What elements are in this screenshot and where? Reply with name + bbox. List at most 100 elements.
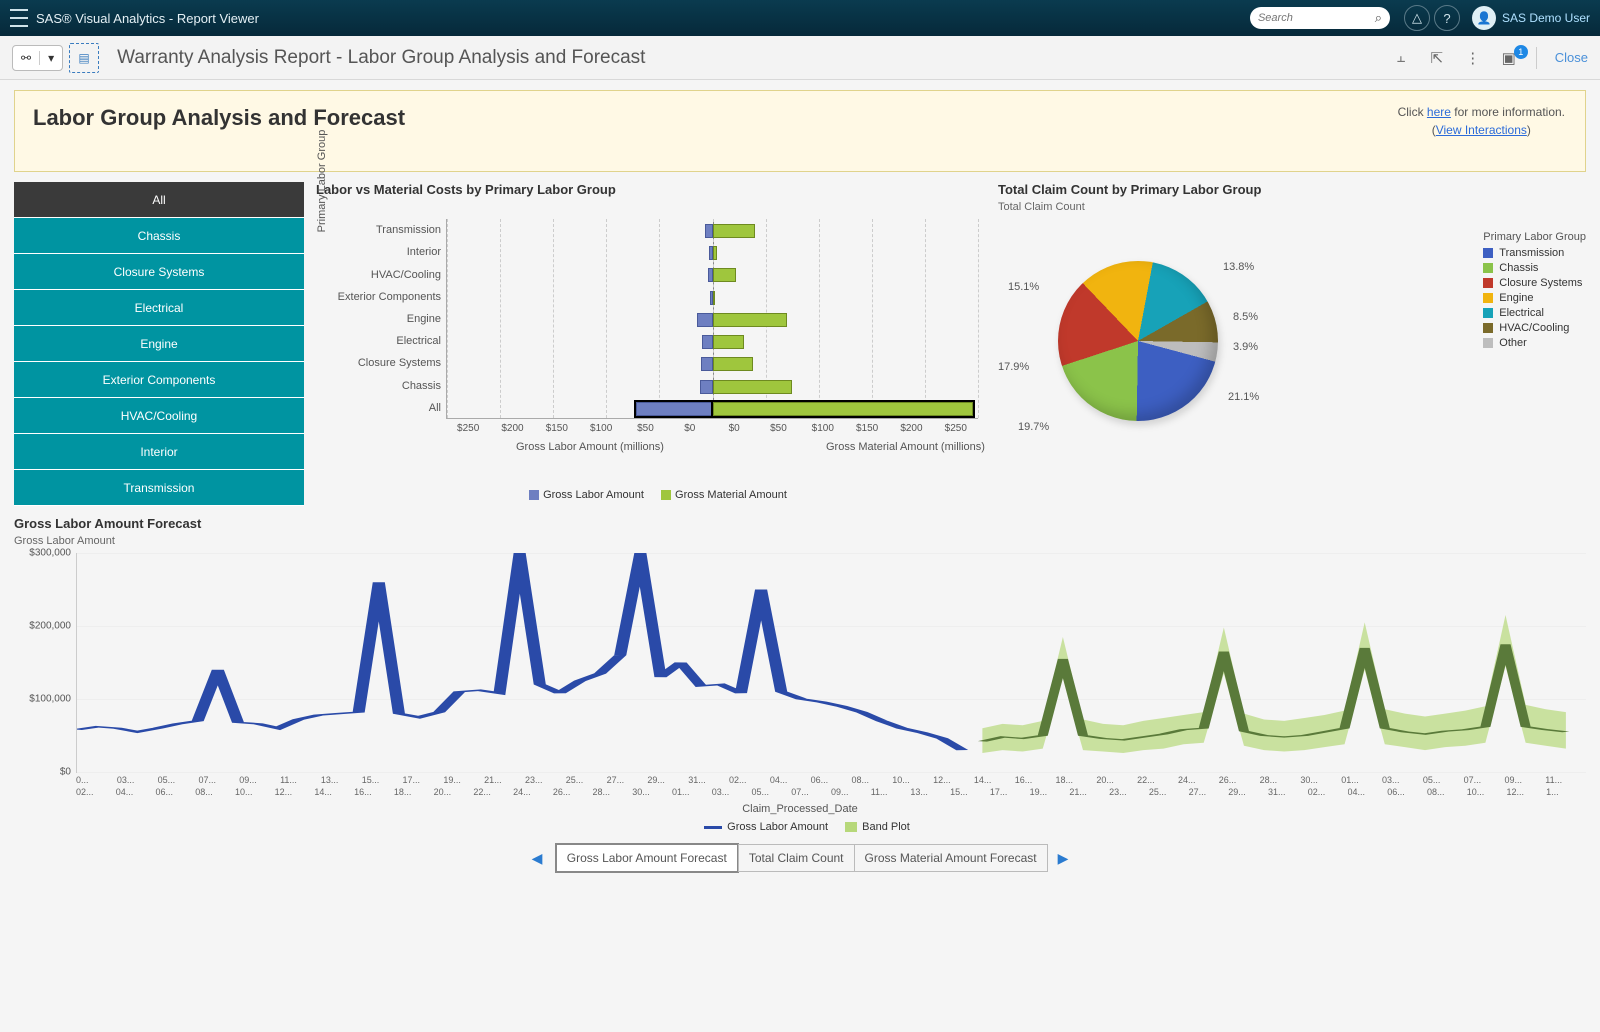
pie-slice-label: 3.9%	[1233, 341, 1258, 353]
labor-group-item[interactable]: Interior	[14, 434, 304, 470]
notification-badge: 1	[1514, 45, 1528, 59]
bar-material[interactable]	[713, 224, 755, 238]
labor-group-item[interactable]: Transmission	[14, 470, 304, 506]
pie-legend-item: Other	[1483, 337, 1586, 349]
chevron-down-icon[interactable]: ▾	[39, 51, 62, 65]
forecast-legend: Gross Labor Amount Band Plot	[14, 821, 1586, 833]
global-search[interactable]: ⌕	[1250, 7, 1390, 29]
bar-category-label: All	[317, 402, 441, 414]
forecast-ytick: $100,000	[15, 693, 71, 704]
labor-group-item[interactable]: Engine	[14, 326, 304, 362]
pie-legend-item: Electrical	[1483, 307, 1586, 319]
bar-xright-label: Gross Material Amount (millions)	[826, 441, 985, 453]
forecast-tab[interactable]: Gross Material Amount Forecast	[854, 844, 1048, 872]
bar-category-label: Transmission	[317, 224, 441, 236]
report-toolbar: ⚯ ▾ ▤ Warranty Analysis Report - Labor G…	[0, 36, 1600, 80]
bar-material[interactable]	[713, 335, 745, 349]
bar-material[interactable]	[713, 357, 753, 371]
bar-labor[interactable]	[697, 313, 713, 327]
pie-legend-item: Transmission	[1483, 247, 1586, 259]
bar-category-label: HVAC/Cooling	[317, 269, 441, 281]
bar-xleft-label: Gross Labor Amount (millions)	[516, 441, 664, 453]
bar-material[interactable]	[713, 380, 793, 394]
forecast-ytick: $200,000	[15, 620, 71, 631]
pie-legend: Primary Labor Group TransmissionChassisC…	[1483, 231, 1586, 352]
pie-slice-label: 19.7%	[1018, 421, 1049, 433]
bar-labor[interactable]	[701, 357, 713, 371]
pie-chart-panel: Total Claim Count by Primary Labor Group…	[998, 182, 1586, 506]
legend-swatch-band	[845, 822, 857, 832]
bar-category-label: Chassis	[317, 380, 441, 392]
pie-legend-item: Closure Systems	[1483, 277, 1586, 289]
filter-icon[interactable]: ⫠	[1388, 49, 1414, 66]
info-panel: Click here for more information. (View I…	[1398, 103, 1565, 139]
legend-swatch-material	[661, 490, 671, 500]
bar-category-label: Electrical	[317, 335, 441, 347]
pie-slice-label: 13.8%	[1223, 261, 1254, 273]
view-interactions-link[interactable]: View Interactions	[1436, 123, 1527, 137]
pager-next[interactable]: ▶	[1048, 850, 1079, 867]
pie-slice-label: 17.9%	[998, 361, 1029, 373]
forecast-subtitle: Gross Labor Amount	[14, 535, 1586, 547]
labor-group-item[interactable]: Electrical	[14, 290, 304, 326]
bar-chart[interactable]: Primary Labor Group TransmissionInterior…	[316, 201, 986, 501]
page-title: Labor Group Analysis and Forecast	[33, 105, 1567, 131]
forecast-title: Gross Labor Amount Forecast	[14, 516, 1586, 531]
bar-category-label: Exterior Components	[317, 291, 441, 303]
pie-legend-item: HVAC/Cooling	[1483, 322, 1586, 334]
more-icon[interactable]: ⋮	[1460, 49, 1486, 67]
forecast-xticks-row2: 02...04...06...08...10...12...14...16...…	[76, 787, 1586, 797]
bar-labor[interactable]	[702, 335, 713, 349]
list-view-icon[interactable]: ▤	[69, 43, 99, 73]
close-button[interactable]: Close	[1555, 50, 1588, 65]
bar-labor[interactable]	[700, 380, 713, 394]
labor-group-item[interactable]: All	[14, 182, 304, 218]
labor-group-item[interactable]: Exterior Components	[14, 362, 304, 398]
bar-category-label: Engine	[317, 313, 441, 325]
notifications-icon[interactable]: △	[1404, 5, 1430, 31]
bar-material[interactable]	[713, 402, 973, 416]
bar-category-label: Closure Systems	[317, 357, 441, 369]
forecast-tab[interactable]: Gross Labor Amount Forecast	[555, 843, 739, 873]
pager-prev[interactable]: ◀	[522, 850, 553, 867]
forecast-tab[interactable]: Total Claim Count	[738, 844, 855, 872]
avatar-icon: 👤	[1472, 6, 1496, 30]
app-title: SAS® Visual Analytics - Report Viewer	[36, 11, 259, 26]
help-icon[interactable]: ?	[1434, 5, 1460, 31]
bar-material[interactable]	[713, 246, 717, 260]
labor-group-item[interactable]: Chassis	[14, 218, 304, 254]
bar-labor[interactable]	[705, 224, 712, 238]
pie-legend-item: Chassis	[1483, 262, 1586, 274]
pie-chart-subtitle: Total Claim Count	[998, 201, 1586, 213]
search-input[interactable]	[1258, 12, 1375, 24]
search-icon[interactable]: ⌕	[1375, 10, 1382, 26]
forecast-ytick: $300,000	[15, 548, 71, 559]
forecast-xticks-row1: 0...03...05...07...09...11...13...15...1…	[76, 775, 1586, 785]
report-title: Warranty Analysis Report - Labor Group A…	[117, 47, 645, 69]
menu-icon[interactable]	[10, 9, 28, 27]
bar-material[interactable]	[713, 291, 715, 305]
report-header: Labor Group Analysis and Forecast Click …	[14, 90, 1586, 172]
bar-material[interactable]	[713, 268, 736, 282]
pie-chart[interactable]: Primary Labor Group TransmissionChassisC…	[998, 221, 1586, 481]
forecast-panel: Gross Labor Amount Forecast Gross Labor …	[14, 516, 1586, 833]
user-menu[interactable]: 👤 SAS Demo User	[1472, 6, 1590, 30]
bar-material[interactable]	[713, 313, 787, 327]
legend-swatch-labor	[529, 490, 539, 500]
link-icon[interactable]: ⚯	[13, 51, 39, 65]
expand-icon[interactable]: ⇱	[1424, 49, 1450, 67]
report-options-icon[interactable]: ▣ 1	[1496, 49, 1522, 67]
labor-group-item[interactable]: HVAC/Cooling	[14, 398, 304, 434]
legend-swatch-actual	[704, 826, 722, 829]
share-split-button[interactable]: ⚯ ▾	[12, 45, 63, 71]
forecast-chart[interactable]: $300,000$200,000$100,000$0	[76, 553, 1586, 773]
bar-labor[interactable]	[636, 402, 712, 416]
user-name: SAS Demo User	[1502, 11, 1590, 25]
pie-slice-label: 8.5%	[1233, 311, 1258, 323]
info-here-link[interactable]: here	[1427, 105, 1451, 119]
pie-chart-title: Total Claim Count by Primary Labor Group	[998, 182, 1586, 197]
bar-chart-title: Labor vs Material Costs by Primary Labor…	[316, 182, 986, 197]
labor-group-item[interactable]: Closure Systems	[14, 254, 304, 290]
bar-chart-panel: Labor vs Material Costs by Primary Labor…	[316, 182, 986, 506]
forecast-tab-pager: ◀ Gross Labor Amount ForecastTotal Claim…	[14, 843, 1586, 873]
